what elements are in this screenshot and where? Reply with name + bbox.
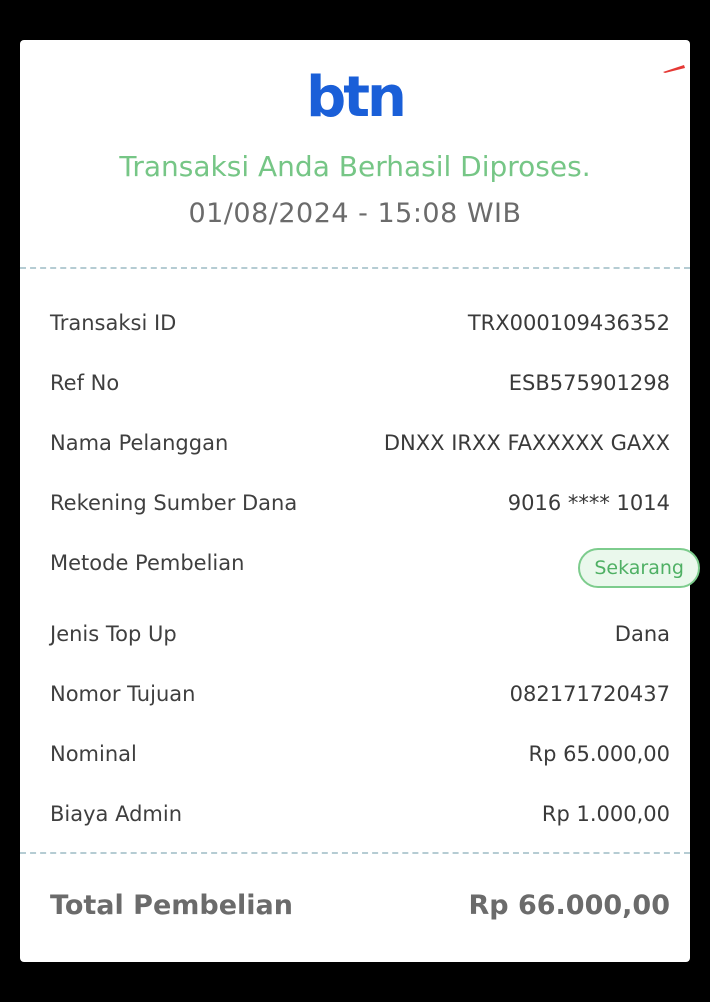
detail-label: Biaya Admin <box>50 802 183 826</box>
detail-label: Nomor Tujuan <box>50 682 196 706</box>
divider-bottom <box>20 852 690 854</box>
detail-value: DNXX IRXX FAXXXXX GAXX <box>383 431 670 455</box>
divider-top <box>20 267 690 269</box>
detail-value: 9016 **** 1014 <box>507 491 670 515</box>
transaction-timestamp: 01/08/2024 - 15:08 WIB <box>188 198 522 229</box>
detail-value: ESB575901298 <box>508 371 670 395</box>
detail-row-purchase-method: Metode Pembelian Sekarang <box>50 543 700 588</box>
total-row: Total Pembelian Rp 66.000,00 <box>50 880 670 930</box>
logo-text: btn <box>306 65 407 130</box>
detail-row-admin-fee: Biaya Admin Rp 1.000,00 <box>50 794 670 834</box>
total-value: Rp 66.000,00 <box>468 889 670 921</box>
detail-label: Nama Pelanggan <box>50 431 229 455</box>
purchase-method-badge: Sekarang <box>578 548 700 588</box>
btn-logo: btn <box>20 65 690 130</box>
detail-value: 082171720437 <box>509 682 670 706</box>
detail-row-customer-name: Nama Pelanggan DNXX IRXX FAXXXXX GAXX <box>50 423 670 463</box>
success-message: Transaksi Anda Berhasil Diproses. <box>119 150 591 183</box>
detail-label: Ref No <box>50 371 120 395</box>
detail-row-source-account: Rekening Sumber Dana 9016 **** 1014 <box>50 483 670 523</box>
detail-value: Rp 1.000,00 <box>541 802 670 826</box>
detail-row-destination-number: Nomor Tujuan 082171720437 <box>50 674 670 714</box>
detail-value: TRX000109436352 <box>467 311 670 335</box>
detail-label: Metode Pembelian <box>50 551 245 575</box>
logo-accent-icon <box>663 65 685 73</box>
detail-value: Dana <box>614 622 670 646</box>
receipt-card: btn Transaksi Anda Berhasil Diproses. 01… <box>20 40 700 962</box>
detail-row-ref-no: Ref No ESB575901298 <box>50 363 670 403</box>
total-label: Total Pembelian <box>50 889 293 921</box>
detail-value: Rp 65.000,00 <box>528 742 670 766</box>
detail-row-nominal: Nominal Rp 65.000,00 <box>50 734 670 774</box>
detail-label: Rekening Sumber Dana <box>50 491 298 515</box>
detail-label: Transaksi ID <box>50 311 177 335</box>
detail-label: Nominal <box>50 742 137 766</box>
detail-row-transaction-id: Transaksi ID TRX000109436352 <box>50 303 670 343</box>
detail-row-topup-type: Jenis Top Up Dana <box>50 614 670 654</box>
detail-label: Jenis Top Up <box>50 622 177 646</box>
